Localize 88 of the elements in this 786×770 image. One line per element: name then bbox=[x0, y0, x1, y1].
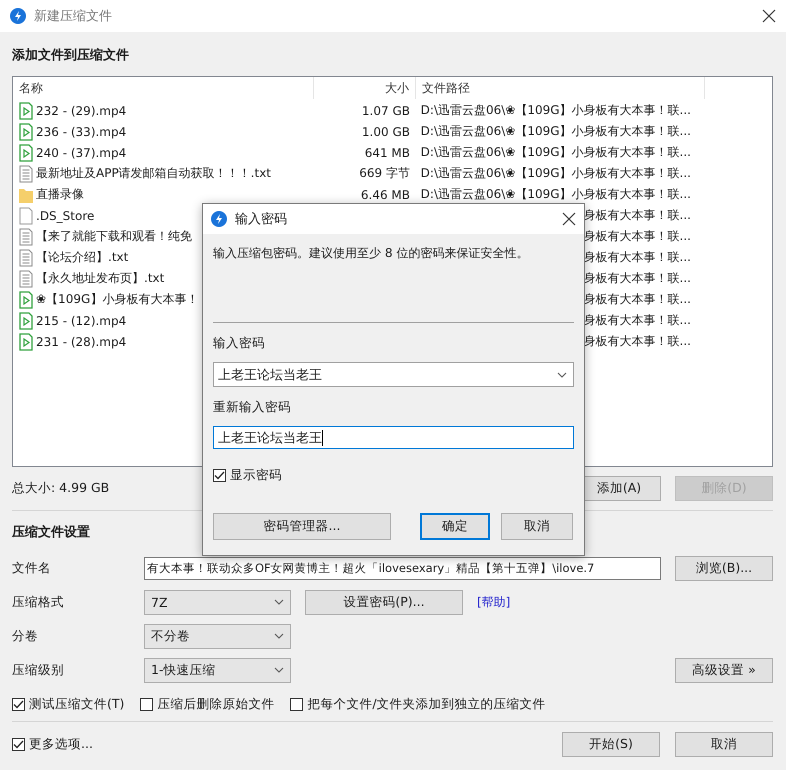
file-size: 1.00 GB bbox=[362, 124, 410, 138]
file-name: 231 - (28).mp4 bbox=[36, 334, 126, 348]
text-file-icon bbox=[19, 248, 33, 266]
video-file-icon bbox=[19, 332, 33, 350]
dropdown[interactable]: 1-快速压缩 bbox=[144, 658, 291, 682]
caret-icon bbox=[274, 599, 284, 605]
password-combo[interactable]: 上老王论坛当老王 bbox=[213, 362, 574, 387]
text-file-icon bbox=[19, 164, 33, 182]
file-path: 身板有大本事！联... bbox=[584, 333, 691, 350]
section-title: 添加文件到压缩文件 bbox=[12, 46, 129, 65]
file-name: 【论坛介绍】.txt bbox=[36, 249, 128, 266]
column-header[interactable]: 大小 bbox=[314, 77, 416, 99]
file-path: 身板有大本事！联... bbox=[584, 312, 691, 329]
dropdown[interactable]: 7Z bbox=[144, 590, 291, 614]
file-name: 最新地址及APP请发邮箱自动获取！！！.txt bbox=[36, 165, 272, 182]
file-path: 身板有大本事！联... bbox=[584, 228, 691, 245]
button[interactable]: 设置密码(P)... bbox=[305, 590, 463, 614]
field-label: 压缩级别 bbox=[12, 662, 65, 678]
app-logo-icon bbox=[211, 211, 227, 227]
file-name: 【来了就能下载和观看！纯免 bbox=[36, 228, 192, 245]
video-file-icon bbox=[19, 144, 33, 162]
file-path: 身板有大本事！联... bbox=[584, 207, 691, 224]
total-size: 总大小: 4.99 GB bbox=[12, 480, 110, 497]
caret-icon bbox=[274, 667, 284, 673]
file-path: 身板有大本事！联... bbox=[584, 270, 691, 287]
checkbox-label: 测试压缩文件(T) bbox=[29, 696, 124, 712]
file-path: 身板有大本事！联... bbox=[584, 291, 691, 308]
file-name: 232 - (29).mp4 bbox=[36, 104, 126, 118]
button[interactable]: 密码管理器... bbox=[213, 513, 391, 540]
section-title: 压缩文件设置 bbox=[12, 524, 90, 542]
window-title: 新建压缩文件 bbox=[34, 8, 113, 25]
file-size: 669 字节 bbox=[359, 165, 410, 182]
caret-icon bbox=[557, 372, 567, 378]
field-label: 重新输入密码 bbox=[213, 398, 292, 416]
button[interactable]: 高级设置 » bbox=[675, 658, 773, 682]
file-name: ❀【109G】小身板有大本事！ bbox=[36, 291, 198, 308]
checkbox-label: 把每个文件/文件夹添加到独立的压缩文件 bbox=[307, 696, 546, 712]
file-path: D:\迅雷云盘06\❀【109G】小身板有大本事！联... bbox=[420, 102, 691, 119]
checkbox[interactable] bbox=[213, 468, 226, 482]
field-label: 文件名 bbox=[12, 560, 52, 576]
checkbox[interactable] bbox=[12, 698, 25, 710]
video-file-icon bbox=[19, 290, 33, 308]
checkbox[interactable] bbox=[140, 698, 154, 710]
checkbox[interactable] bbox=[290, 698, 304, 710]
close-icon bbox=[562, 212, 576, 226]
field-label: 分卷 bbox=[12, 628, 39, 644]
caret-icon bbox=[274, 633, 284, 639]
video-file-icon bbox=[19, 102, 33, 120]
checkbox-label: 更多选项... bbox=[29, 736, 93, 752]
app-logo-icon bbox=[10, 8, 26, 24]
field-label: 输入密码 bbox=[213, 334, 266, 352]
column-header[interactable]: 文件路径 bbox=[416, 77, 705, 99]
dialog-message: 输入压缩包密码。建议使用至少 8 位的密码来保证安全性。 bbox=[213, 244, 530, 262]
text-field[interactable]: 有大本事！联动众多OF女网黄博主！超火「ilovesexary」精品【第十五弹】\ilove.7 bbox=[144, 556, 661, 580]
video-file-icon bbox=[19, 122, 33, 140]
button[interactable]: 浏览(B)... bbox=[675, 556, 773, 580]
password-input[interactable]: 上老王论坛当老王 bbox=[213, 426, 574, 449]
text-file-icon bbox=[19, 270, 33, 288]
checkbox[interactable] bbox=[12, 738, 25, 750]
close-icon bbox=[762, 9, 776, 23]
dropdown[interactable]: 不分卷 bbox=[144, 624, 291, 648]
file-name: 215 - (12).mp4 bbox=[36, 314, 126, 328]
file-icon bbox=[19, 206, 33, 224]
file-name: 直播录像 bbox=[36, 186, 84, 203]
checkbox-label: 显示密码 bbox=[230, 466, 282, 484]
file-path: D:\迅雷云盘06\❀【109G】小身板有大本事！联... bbox=[420, 144, 691, 161]
file-path: D:\迅雷云盘06\❀【109G】小身板有大本事！联... bbox=[420, 123, 691, 140]
field-label: 压缩格式 bbox=[12, 594, 65, 610]
dialog-title: 输入密码 bbox=[235, 211, 288, 228]
cancel-button[interactable]: 取消 bbox=[675, 732, 773, 756]
text-file-icon bbox=[19, 228, 33, 246]
column-header[interactable]: 名称 bbox=[13, 77, 314, 99]
button[interactable]: 确定 bbox=[420, 513, 490, 540]
file-name: 240 - (37).mp4 bbox=[36, 146, 126, 160]
help-link[interactable]: [帮助] bbox=[477, 594, 510, 610]
file-name: .DS_Store bbox=[36, 208, 94, 222]
file-name: 【永久地址发布页】.txt bbox=[36, 270, 164, 287]
file-path: D:\迅雷云盘06\❀【109G】小身板有大本事！联... bbox=[420, 165, 691, 182]
file-size: 1.07 GB bbox=[362, 104, 410, 118]
video-file-icon bbox=[19, 312, 33, 330]
file-size: 6.46 MB bbox=[360, 188, 410, 202]
file-name: 236 - (33).mp4 bbox=[36, 124, 126, 138]
start-button[interactable]: 开始(S) bbox=[562, 732, 660, 756]
checkbox-label: 压缩后删除原始文件 bbox=[157, 696, 274, 712]
file-size: 641 MB bbox=[364, 146, 410, 160]
file-path: D:\迅雷云盘06\❀【109G】小身板有大本事！联... bbox=[420, 186, 691, 203]
button[interactable]: 取消 bbox=[501, 513, 573, 540]
file-path: 身板有大本事！联... bbox=[584, 249, 691, 266]
